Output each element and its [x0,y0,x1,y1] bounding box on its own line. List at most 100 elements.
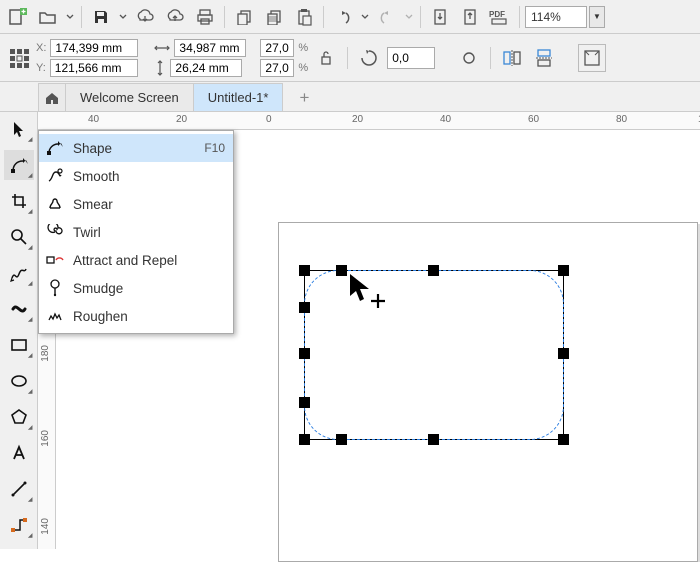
pdf-button[interactable]: PDF [486,3,514,31]
tab-bar: Welcome Screen Untitled-1* + [0,82,700,112]
redo-dropdown[interactable] [403,3,415,31]
handle-corner-left2[interactable] [299,397,310,408]
ruler-horizontal: 40 20 0 20 40 60 80 100 [38,112,700,130]
new-button[interactable] [4,3,32,31]
lock-ratio-button[interactable] [312,44,340,72]
tab-document-label: Untitled-1* [208,90,269,105]
ruler-tick: 20 [352,114,363,125]
paste-button[interactable] [290,3,318,31]
center-icon[interactable] [455,44,483,72]
connector-tool[interactable]: ◢ [4,510,34,540]
copy-button[interactable] [260,3,288,31]
handle-corner-top[interactable] [336,265,347,276]
rotation-input[interactable] [387,47,435,69]
line-tool[interactable]: ◢ [4,474,34,504]
ruler-tick: 20 [176,114,187,125]
attract-icon [45,253,65,267]
cut-button[interactable] [230,3,258,31]
open-dropdown[interactable] [64,3,76,31]
selected-object[interactable] [300,266,568,444]
divider [81,6,82,28]
undo-dropdown[interactable] [359,3,371,31]
zoom-value: 114% [531,10,561,24]
scale-x-input[interactable] [260,39,294,57]
zoom-tool[interactable]: ◢ [4,222,34,252]
twirl-icon [45,224,65,240]
handle-bl[interactable] [299,434,310,445]
save-dropdown[interactable] [117,3,129,31]
divider [224,6,225,28]
undo-button[interactable] [329,3,357,31]
handle-br[interactable] [558,434,569,445]
print-button[interactable] [191,3,219,31]
freehand-tool[interactable]: ◢ [4,258,34,288]
text-tool[interactable] [4,438,34,468]
y-label: Y: [36,62,46,74]
redo-button[interactable] [373,3,401,31]
handle-corner-left[interactable] [299,302,310,313]
handle-mr[interactable] [558,348,569,359]
cursor-icon [348,272,388,312]
x-input[interactable] [50,39,138,57]
scale-y-input[interactable] [260,59,294,77]
divider [323,6,324,28]
handle-corner-bot[interactable] [336,434,347,445]
mirror-v-button[interactable] [530,44,558,72]
handle-tr[interactable] [558,265,569,276]
polygon-tool[interactable]: ◢ [4,402,34,432]
flyout-smooth-label: Smooth [73,169,225,184]
divider [490,47,491,69]
zoom-dropdown[interactable]: ▼ [589,6,605,28]
height-icon [154,60,166,76]
handle-bm[interactable] [428,434,439,445]
save-button[interactable] [87,3,115,31]
position-icon [6,43,32,73]
handle-ml[interactable] [299,348,310,359]
x-label: X: [36,42,46,54]
ruler-tick: 40 [88,114,99,125]
width-input[interactable] [174,39,246,57]
flyout-shape[interactable]: Shape F10 [39,134,233,162]
shape-tool[interactable]: ◢ [4,150,34,180]
divider [519,6,520,28]
property-bar: X: Y: % % [0,34,700,82]
handle-tl[interactable] [299,265,310,276]
flyout-roughen[interactable]: Roughen [39,302,233,330]
pick-tool[interactable]: ◢ [4,114,34,144]
svg-text:PDF: PDF [489,10,505,19]
smudge-icon [45,279,65,297]
rectangle-tool[interactable]: ◢ [4,330,34,360]
import-button[interactable] [426,3,454,31]
ruler-tick: 160 [40,430,51,447]
cloud-down-icon[interactable] [131,3,159,31]
flyout-smooth[interactable]: Smooth [39,162,233,190]
ruler-tick: 0 [266,114,272,125]
smear-icon [45,196,65,212]
flyout-attract[interactable]: Attract and Repel [39,246,233,274]
tab-document[interactable]: Untitled-1* [193,83,284,111]
crop-tool[interactable]: ◢ [4,186,34,216]
handle-tm[interactable] [428,265,439,276]
open-button[interactable] [34,3,62,31]
flyout-smear[interactable]: Smear [39,190,233,218]
tab-welcome[interactable]: Welcome Screen [65,83,194,111]
home-tab[interactable] [38,83,66,111]
artistic-media-tool[interactable]: ◢ [4,294,34,324]
mirror-h-button[interactable] [498,44,526,72]
height-input[interactable] [170,59,242,77]
export-button[interactable] [456,3,484,31]
flyout-shape-label: Shape [73,141,196,156]
add-tab[interactable]: + [291,85,317,111]
toolbox: ◢ ◢ ◢ ◢ ◢ ◢ ◢ ◢ ◢ ◢ ◢ [0,112,38,549]
flyout-attract-label: Attract and Repel [73,253,225,268]
y-input[interactable] [50,59,138,77]
ellipse-tool[interactable]: ◢ [4,366,34,396]
shape-icon [45,140,65,156]
zoom-input[interactable]: 114% [525,6,587,28]
tab-welcome-label: Welcome Screen [80,90,179,105]
flyout-twirl[interactable]: Twirl [39,218,233,246]
flyout-smudge[interactable]: Smudge [39,274,233,302]
cloud-up-icon[interactable] [161,3,189,31]
frame-button[interactable] [578,44,606,72]
rounded-rect-outline [304,270,564,440]
